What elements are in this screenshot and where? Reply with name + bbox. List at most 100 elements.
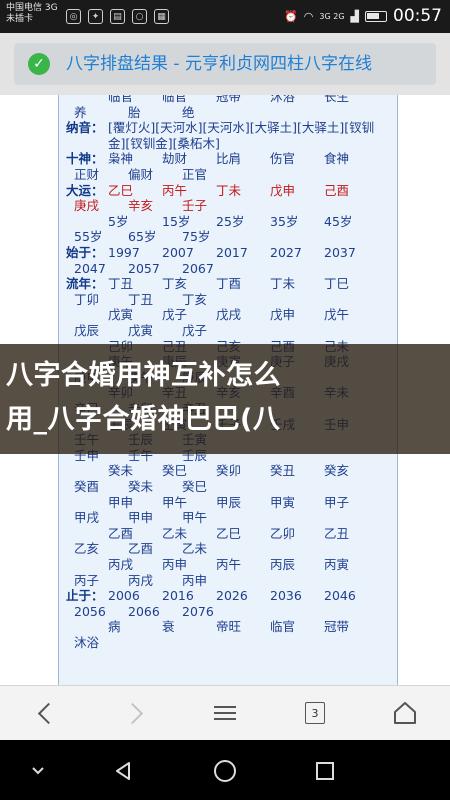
forward-button[interactable] — [118, 696, 152, 730]
chart-row: 2047 2057 2067 — [66, 261, 236, 276]
chart-row: 2056 2066 2076 — [66, 604, 236, 619]
chart-cell: 乙酉 — [128, 541, 154, 557]
nav-recents-button[interactable] — [312, 758, 338, 784]
carrier-name: 中国电信 3G — [6, 3, 58, 13]
chart-cell: 2037 — [324, 245, 356, 260]
chart-cell: 乙巳 — [108, 182, 134, 198]
chart-cell: 丙戌 — [108, 557, 134, 572]
chart-cell: 丁亥 — [182, 291, 208, 307]
chart-cell: 65岁 — [128, 229, 157, 245]
chart-row: 癸未 癸巳 癸卯 癸丑 癸亥 — [66, 463, 378, 478]
chart-row: 丁卯 丁丑 丁亥 — [66, 292, 236, 307]
chart-cell: 癸丑 — [270, 463, 296, 479]
chart-cell: 帝旺 — [216, 619, 242, 635]
notification-icons: ◎ ✦ ▤ ○ ▦ — [66, 9, 169, 24]
chart-cell: 甲午 — [182, 510, 208, 526]
menu-button[interactable] — [208, 696, 242, 730]
chart-cell: 丙申 — [162, 557, 188, 572]
chart-row: 沐浴 — [66, 635, 128, 650]
chart-row: 乙酉 乙未 乙巳 乙卯 乙丑 — [66, 526, 378, 541]
chart-cell: 甲寅 — [270, 494, 296, 510]
network-type: 3G 2G — [319, 11, 345, 21]
chart-cell: 2006 — [108, 588, 140, 604]
chart-cell: 癸未 — [108, 463, 134, 479]
chart-cell: 劫财 — [162, 151, 188, 167]
chat-icon: ○ — [132, 9, 147, 24]
chart-cell: 甲戌 — [74, 510, 100, 526]
url-field[interactable]: ✓ 八字排盘结果 - 元亨利贞网四柱八字在线 — [14, 43, 436, 85]
chart-cell: 冠带 — [216, 95, 242, 104]
chart-cell: 丁丑 — [108, 276, 134, 292]
row-text: [覆灯火][天河水][天河水][大驿土][大驿土][钗钏 — [108, 120, 375, 136]
chart-cell: 癸卯 — [216, 463, 242, 479]
chart-cell: 戊子 — [182, 323, 208, 338]
row-label: 止于： — [66, 588, 104, 604]
chart-cell: 胎 — [128, 104, 141, 120]
chart-cell: 正官 — [182, 167, 208, 182]
chart-cell: 甲辰 — [216, 494, 242, 510]
back-button[interactable] — [28, 696, 62, 730]
row-text: 金][钗钏金][桑柘木] — [108, 135, 220, 151]
chart-cell: 壬子 — [182, 198, 208, 214]
tabs-button[interactable]: 3 — [298, 696, 332, 730]
row-label: 始于： — [66, 245, 104, 260]
chart-row: 戊辰 戊寅 戊子 — [66, 323, 236, 338]
status-right: ⏰ ◠ 3G 2G ▟ 00:57 — [284, 6, 442, 26]
chart-row: 55岁 65岁 75岁 — [66, 229, 236, 244]
chart-cell: 2056 — [74, 603, 106, 619]
chart-cell: 2036 — [270, 588, 302, 604]
chart-row: 甲申 甲午 甲辰 甲寅 甲子 — [66, 495, 378, 510]
chart-row: 养胎绝 — [66, 105, 236, 120]
overlay-title-line-1: 八字合婚用神互补怎么 — [6, 360, 281, 391]
chart-cell: 戊寅 — [108, 307, 134, 323]
chart-cell: 癸巳 — [182, 479, 208, 494]
chart-cell: 戊午 — [324, 307, 350, 323]
chart-cell: 比肩 — [216, 151, 242, 167]
chart-cell: 丁未 — [216, 182, 242, 198]
chart-cell: 2026 — [216, 588, 248, 604]
chart-row: 正财 偏财 正官 — [66, 167, 236, 182]
chart-cell: 2046 — [324, 588, 356, 604]
chart-cell: 沐浴 — [74, 635, 100, 650]
chart-cell: 45岁 — [324, 213, 353, 229]
chart-cell: 甲申 — [128, 510, 154, 526]
chart-cell: 偏财 — [128, 167, 154, 182]
chart-row: 庚戌 辛亥 壬子 — [66, 198, 236, 213]
chart-cell: 乙未 — [182, 541, 208, 557]
article-title-overlay[interactable]: 八字合婚用神互补怎么 用_八字合婚神巴巴(八 — [0, 344, 450, 454]
chart-cell: 丁巳 — [324, 276, 350, 292]
recents-square-icon — [316, 762, 334, 780]
chart-cell: 丁卯 — [74, 291, 100, 307]
system-nav-bar — [0, 740, 450, 800]
row-label: 十神： — [66, 151, 104, 167]
alarm-icon: ⏰ — [284, 9, 298, 23]
chart-cell: 15岁 — [162, 213, 191, 229]
chart-cell: 乙卯 — [270, 525, 296, 541]
chart-cell: 5岁 — [108, 213, 129, 229]
chart-row: 5岁 15岁 25岁 35岁 45岁 — [66, 214, 378, 229]
chart-cell: 丙午 — [216, 557, 242, 572]
chart-cell: 乙亥 — [74, 541, 100, 557]
home-button[interactable] — [388, 696, 422, 730]
chart-row: 大运： 乙巳 丙午 丁未 戊申 己酉 — [66, 183, 378, 198]
row-label: 流年： — [66, 276, 104, 292]
nav-home-button[interactable] — [212, 758, 238, 784]
collapse-nav-button[interactable] — [25, 758, 51, 784]
chart-row: 金][钗钏金][桑柘木] — [66, 136, 220, 151]
chart-row: 临官 临官 冠带 沐浴 长生 — [66, 95, 378, 104]
chart-row: 流年： 丁丑 丁亥 丁酉 丁未 丁巳 — [66, 276, 378, 291]
chart-cell: 戊戌 — [216, 307, 242, 323]
chart-row: 病 衰 帝旺 临官 冠带 — [66, 619, 378, 634]
nav-back-button[interactable] — [110, 758, 136, 784]
tabs-count: 3 — [305, 702, 325, 724]
battery-icon — [365, 10, 387, 22]
chart-row: 丙戌 丙申 丙午 丙辰 丙寅 — [66, 557, 378, 572]
chart-cell: 枭神 — [108, 151, 134, 167]
chart-row: 戊寅 戊子 戊戌 戊申 戊午 — [66, 307, 378, 322]
chevron-down-icon — [32, 767, 44, 775]
chart-cell: 癸未 — [128, 479, 154, 494]
chart-cell: 2027 — [270, 245, 302, 260]
chart-cell: 1997 — [108, 245, 140, 260]
forward-chevron-icon — [121, 702, 143, 724]
wifi-icon: ◠ — [303, 9, 314, 23]
